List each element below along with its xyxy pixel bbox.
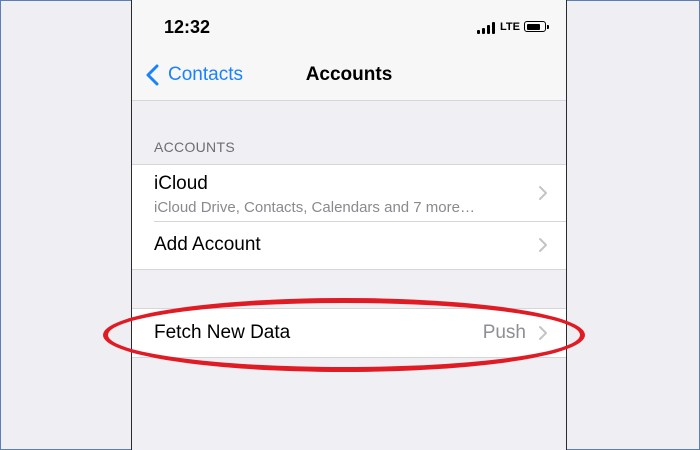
add-account-title: Add Account: [154, 234, 261, 255]
battery-icon: [524, 21, 549, 32]
icloud-subtitle: iCloud Drive, Contacts, Calendars and 7 …: [154, 199, 475, 216]
icloud-title: iCloud: [154, 173, 208, 194]
fetch-new-data-title: Fetch New Data: [154, 322, 291, 343]
section-header-accounts: ACCOUNTS: [154, 139, 235, 155]
fetch-group: Fetch New Data Push: [132, 308, 566, 358]
chevron-right-icon: [539, 186, 547, 200]
icloud-row[interactable]: iCloud iCloud Drive, Contacts, Calendars…: [132, 165, 566, 221]
phone-screen: 12:32 LTE Contacts Accounts ACCOUNTS iCl…: [131, 0, 567, 450]
chevron-right-icon: [539, 326, 547, 340]
status-bar: 12:32 LTE: [132, 0, 566, 50]
fetch-new-data-value: Push: [482, 322, 526, 343]
chevron-right-icon: [539, 238, 547, 252]
page-title: Accounts: [305, 64, 393, 85]
network-label: LTE: [500, 21, 520, 33]
signal-bars-icon: [477, 22, 497, 34]
accounts-group: iCloud iCloud Drive, Contacts, Calendars…: [132, 164, 566, 270]
fetch-new-data-row[interactable]: Fetch New Data Push: [132, 309, 566, 357]
add-account-row[interactable]: Add Account: [132, 221, 566, 269]
status-time: 12:32: [164, 17, 211, 37]
navigation-bar: Contacts Accounts: [132, 50, 566, 101]
